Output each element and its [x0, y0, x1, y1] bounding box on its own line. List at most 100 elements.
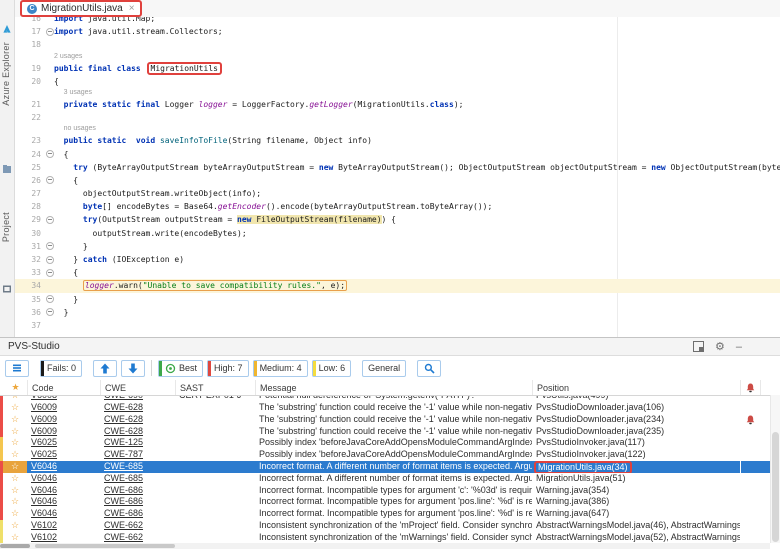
restore-window-icon[interactable]	[693, 341, 704, 352]
position-cell[interactable]: PvsStudioDownloader.java(106)	[532, 402, 740, 414]
filter-general-button[interactable]: General	[362, 360, 406, 377]
fold-icon[interactable]	[46, 150, 54, 158]
search-icon[interactable]	[417, 360, 441, 377]
cwe-link[interactable]: CWE-628	[100, 414, 175, 426]
issue-code-link[interactable]: V6025	[27, 437, 100, 449]
cwe-link[interactable]: CWE-686	[100, 508, 175, 520]
table-row[interactable]: ☆V6046CWE-685Incorrect format. A differe…	[0, 461, 780, 473]
issue-code-link[interactable]: V6102	[27, 532, 100, 544]
cwe-link[interactable]: CWE-662	[100, 520, 175, 532]
line-number[interactable]: 36	[15, 306, 45, 319]
issue-code-link[interactable]: V6102	[27, 520, 100, 532]
code-line-32[interactable]: 32 } catch (IOException e)	[15, 253, 780, 266]
cwe-link[interactable]: CWE-686	[100, 485, 175, 497]
table-row[interactable]: ☆V6025CWE-787Possibly index 'beforeJavaC…	[0, 449, 780, 461]
code-line-31[interactable]: 31 }	[15, 240, 780, 253]
column-header-code[interactable]: Code	[28, 380, 101, 395]
tab-close-icon[interactable]: ×	[129, 3, 135, 14]
cwe-link[interactable]: CWE-787	[100, 449, 175, 461]
cwe-link[interactable]: CWE-685	[100, 461, 175, 473]
code-line-19[interactable]: 19public final class MigrationUtils	[15, 62, 780, 75]
favorite-star-icon[interactable]: ☆	[3, 520, 27, 532]
favorite-star-icon[interactable]: ☆	[3, 414, 27, 426]
fold-icon[interactable]	[46, 28, 54, 36]
fold-icon[interactable]	[46, 308, 54, 316]
line-number[interactable]: 23	[15, 134, 45, 147]
line-number[interactable]: 32	[15, 253, 45, 266]
cwe-link[interactable]: CWE-686	[100, 496, 175, 508]
code-line-23[interactable]: 23 public static void saveInfoToFile(Str…	[15, 134, 780, 147]
line-number[interactable]: 18	[15, 38, 45, 51]
line-number[interactable]: 28	[15, 200, 45, 213]
favorite-column-header[interactable]: ★	[4, 380, 28, 395]
tool-window-icon[interactable]	[2, 164, 12, 174]
code-line-37[interactable]: 37	[15, 319, 780, 332]
issue-code-link[interactable]: V6046	[27, 508, 100, 520]
issue-code-link[interactable]: V6009	[27, 402, 100, 414]
code-line-17[interactable]: 17import java.util.stream.Collectors;	[15, 25, 780, 38]
table-row[interactable]: ☆V6009CWE-628The 'substring' function co…	[0, 414, 780, 426]
scrollbar-thumb[interactable]	[35, 544, 175, 548]
issue-code-link[interactable]: V6046	[27, 461, 100, 473]
issue-code-link[interactable]: V6046	[27, 496, 100, 508]
column-header-position[interactable]: Position	[533, 380, 741, 395]
azure-icon[interactable]	[2, 24, 12, 34]
table-row[interactable]: ☆V6046CWE-685Incorrect format. A differe…	[0, 473, 780, 485]
line-number[interactable]: 33	[15, 266, 45, 279]
favorite-star-icon[interactable]: ☆	[3, 485, 27, 497]
column-header-sast[interactable]: SAST	[176, 380, 256, 395]
cwe-link[interactable]: CWE-628	[100, 426, 175, 438]
favorite-star-icon[interactable]: ☆	[3, 532, 27, 544]
favorite-star-icon[interactable]: ☆	[3, 496, 27, 508]
table-row[interactable]: ☆V6009CWE-628The 'substring' function co…	[0, 426, 780, 438]
position-cell[interactable]: PvsStudioDownloader.java(235)	[532, 426, 740, 438]
favorite-star-icon[interactable]: ☆	[3, 461, 27, 473]
line-number[interactable]: 25	[15, 161, 45, 174]
prev-issue-button[interactable]	[93, 360, 117, 377]
position-cell[interactable]: PvsStudioDownloader.java(234)	[532, 414, 740, 426]
line-number[interactable]: 26	[15, 174, 45, 187]
annotated-position[interactable]: MigrationUtils.java(34)	[534, 461, 632, 473]
line-number[interactable]: 21	[15, 98, 45, 111]
settings-gear-icon[interactable]: ⚙	[715, 340, 725, 353]
alarm-bell-icon[interactable]	[740, 414, 760, 426]
sidebar-item-azure-explorer[interactable]: Azure Explorer	[1, 42, 11, 106]
issue-code-link[interactable]: V6008	[27, 396, 100, 402]
code-line-30[interactable]: 30 outputStream.write(encodeBytes);	[15, 227, 780, 240]
code-line-24[interactable]: 24 {	[15, 148, 780, 161]
favorite-star-icon[interactable]: ☆	[3, 449, 27, 461]
line-number[interactable]: 19	[15, 62, 45, 75]
column-header-cwe[interactable]: CWE	[101, 380, 176, 395]
position-cell[interactable]: PvsStudioInvoker.java(117)	[532, 437, 740, 449]
position-cell[interactable]: Warning.java(647)	[532, 508, 740, 520]
next-issue-button[interactable]	[121, 360, 145, 377]
position-cell[interactable]: Warning.java(354)	[532, 485, 740, 497]
issue-code-link[interactable]: V6025	[27, 449, 100, 461]
table-row[interactable]: ☆V6046CWE-686Incorrect format. Incompati…	[0, 508, 780, 520]
hide-panel-icon[interactable]: –	[736, 342, 742, 352]
code-line-27[interactable]: 27 objectOutputStream.writeObject(info);	[15, 187, 780, 200]
code-line-28[interactable]: 28 byte[] encodeBytes = Base64.getEncode…	[15, 200, 780, 213]
table-row[interactable]: ☆V6046CWE-686Incorrect format. Incompati…	[0, 496, 780, 508]
favorite-star-icon[interactable]: ☆	[3, 396, 27, 402]
code-line-20[interactable]: 20{	[15, 75, 780, 88]
alarm-bell-icon[interactable]	[741, 380, 761, 395]
line-number[interactable]: 29	[15, 213, 45, 226]
issue-code-link[interactable]: V6009	[27, 414, 100, 426]
menu-icon[interactable]	[5, 360, 29, 377]
table-row[interactable]: ☆V6046CWE-686Incorrect format. Incompati…	[0, 485, 780, 497]
position-cell[interactable]: Warning.java(386)	[532, 496, 740, 508]
filter-fails-button[interactable]: Fails: 0	[40, 360, 82, 377]
filter-high-button[interactable]: High: 7	[207, 360, 249, 377]
code-line-21[interactable]: 21 private static final Logger logger = …	[15, 98, 780, 111]
cwe-link[interactable]: CWE-662	[100, 532, 175, 544]
code-line-18[interactable]: 18	[15, 38, 780, 51]
code-line-26[interactable]: 26 {	[15, 174, 780, 187]
scrollbar-thumb[interactable]	[772, 432, 779, 542]
code-line-36[interactable]: 36 }	[15, 306, 780, 319]
table-row[interactable]: ☆V6025CWE-125Possibly index 'beforeJavaC…	[0, 437, 780, 449]
line-number[interactable]: 27	[15, 187, 45, 200]
favorite-star-icon[interactable]: ☆	[3, 508, 27, 520]
column-header-message[interactable]: Message	[256, 380, 533, 395]
position-cell[interactable]: AbstractWarningsModel.java(52), Abstract…	[532, 532, 740, 544]
